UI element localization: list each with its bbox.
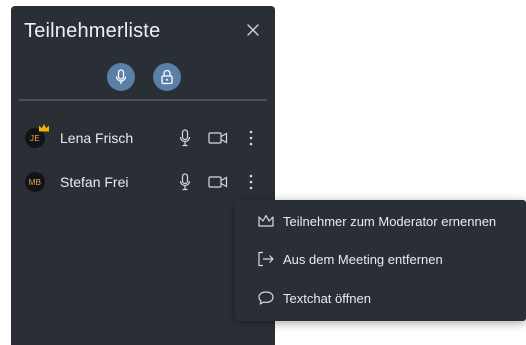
participant-row[interactable]: JE Lena Frisch (11, 122, 275, 154)
chat-bubble-icon (257, 289, 275, 307)
close-icon (247, 24, 259, 36)
lock-meeting-button[interactable] (153, 63, 181, 91)
participant-name: Stefan Frei (60, 174, 129, 190)
participant-row[interactable]: MB Stefan Frei (11, 166, 275, 198)
participant-name: Lena Frisch (60, 130, 134, 146)
microphone-icon (179, 173, 191, 191)
participant-camera-button[interactable] (207, 128, 229, 148)
microphone-icon (115, 69, 127, 84)
camera-icon (208, 176, 228, 188)
camera-icon (208, 132, 228, 144)
crown-icon (39, 124, 49, 132)
participant-context-menu: Teilnehmer zum Moderator ernennen Aus de… (235, 200, 526, 321)
more-vertical-icon (249, 174, 253, 190)
participant-mic-button[interactable] (177, 128, 193, 148)
participant-more-button[interactable] (245, 172, 257, 192)
menu-item-label: Aus dem Meeting entfernen (283, 251, 443, 267)
divider (19, 99, 267, 101)
panel-title: Teilnehmerliste (24, 20, 161, 42)
participant-more-button[interactable] (245, 128, 257, 148)
mute-all-button[interactable] (107, 63, 135, 91)
app-stage: Teilnehmerliste JE Lena Frisch MB Stefan… (0, 0, 526, 345)
menu-item-remove-from-meeting[interactable]: Aus dem Meeting entfernen (235, 246, 526, 272)
leave-icon (257, 250, 275, 268)
close-button[interactable] (243, 20, 263, 40)
avatar: MB (25, 172, 45, 192)
menu-item-make-moderator[interactable]: Teilnehmer zum Moderator ernennen (235, 208, 526, 234)
lock-icon (161, 69, 173, 85)
more-vertical-icon (249, 130, 253, 146)
participant-camera-button[interactable] (207, 172, 229, 192)
microphone-icon (179, 129, 191, 147)
crown-icon (257, 212, 275, 230)
menu-item-label: Teilnehmer zum Moderator ernennen (283, 213, 497, 229)
menu-item-open-chat[interactable]: Textchat öffnen (235, 285, 526, 311)
participant-mic-button[interactable] (177, 172, 193, 192)
menu-item-label: Textchat öffnen (283, 290, 371, 306)
